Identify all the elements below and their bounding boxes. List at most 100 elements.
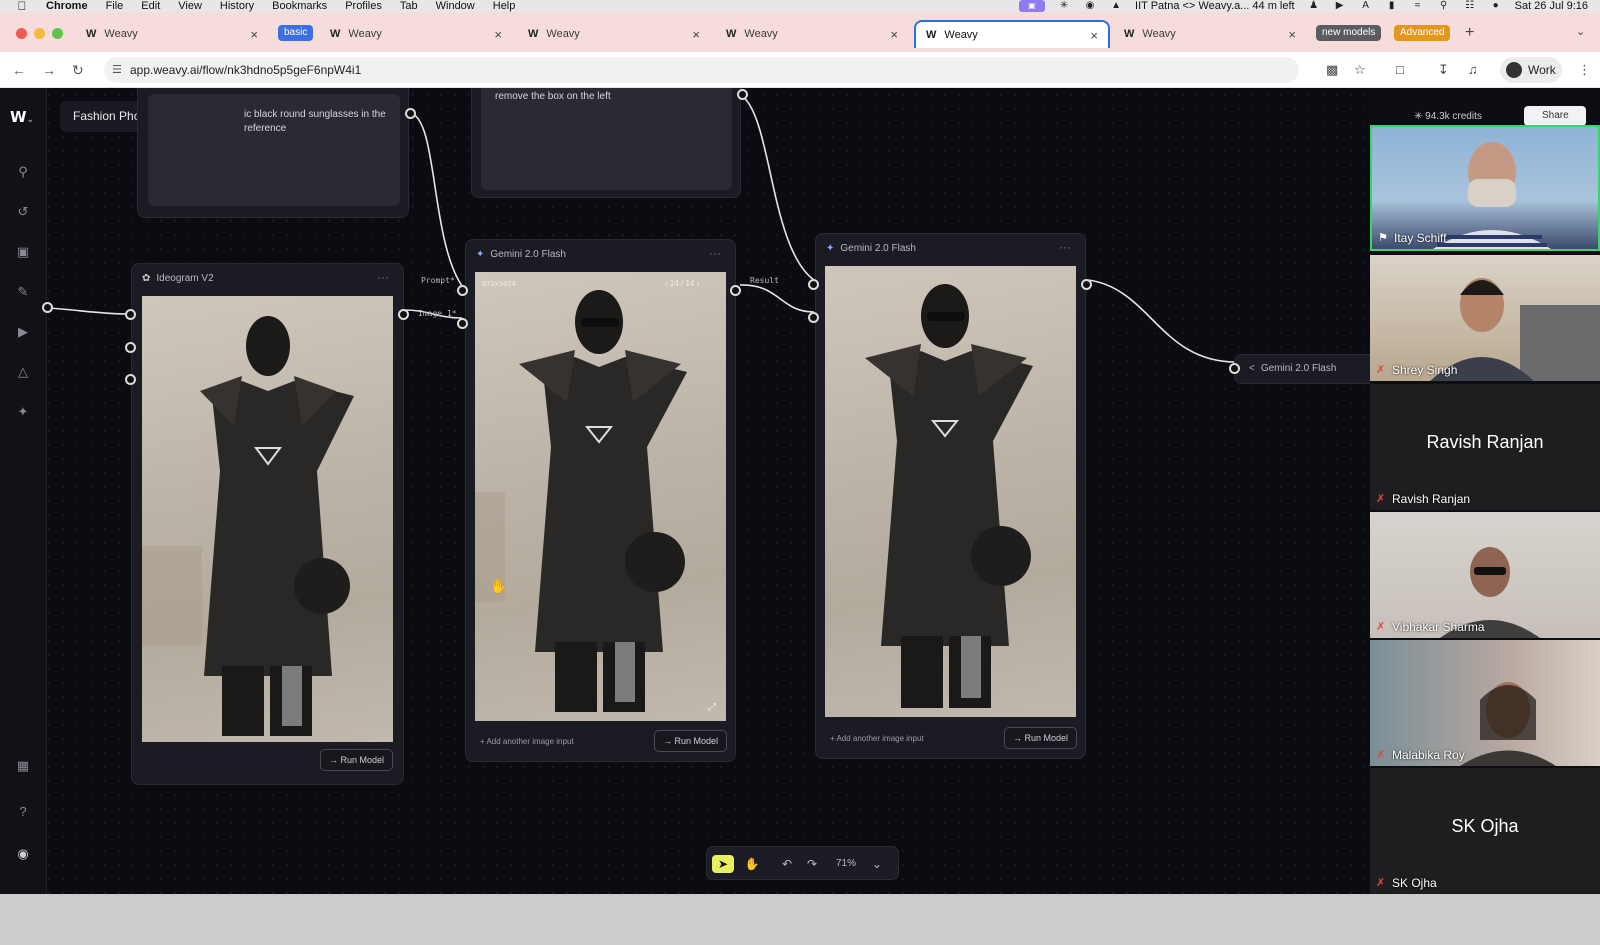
- close-tab-icon[interactable]: ×: [250, 27, 258, 42]
- menu-view[interactable]: View: [178, 0, 202, 12]
- close-tab-icon[interactable]: ×: [1090, 28, 1098, 43]
- font-a-icon[interactable]: A: [1359, 1, 1373, 11]
- prompt-node[interactable]: ic black round sunglasses in the referen…: [137, 88, 409, 218]
- browser-tab[interactable]: W Weavy ×: [76, 20, 268, 48]
- close-tab-icon[interactable]: ×: [494, 27, 502, 42]
- menu-file[interactable]: File: [106, 0, 124, 12]
- help-icon[interactable]: ?: [14, 803, 32, 821]
- menu-history[interactable]: History: [220, 0, 254, 12]
- add-image-input-button[interactable]: + Add another image input: [480, 737, 574, 746]
- history-icon[interactable]: ↺: [14, 203, 32, 221]
- weavy-logo[interactable]: W⌄: [10, 108, 34, 126]
- hand-tool-icon[interactable]: ✋: [742, 855, 762, 873]
- tab-group-new-models[interactable]: new models: [1316, 25, 1382, 41]
- menu-tab[interactable]: Tab: [400, 0, 418, 12]
- minimize-window-button[interactable]: [34, 28, 45, 39]
- extensions-icon[interactable]: □: [1396, 62, 1404, 77]
- apple-icon[interactable]: : [16, 0, 28, 12]
- share-button[interactable]: Share: [1524, 106, 1586, 126]
- output-port[interactable]: [1081, 279, 1092, 290]
- participant-tile[interactable]: SK Ojha ✗ SK Ojha: [1370, 768, 1600, 894]
- menu-window[interactable]: Window: [436, 0, 475, 12]
- close-tab-icon[interactable]: ×: [1288, 27, 1296, 42]
- briefcase-icon[interactable]: ▣: [14, 243, 32, 261]
- redo-icon[interactable]: ↷: [802, 855, 822, 873]
- profile-button[interactable]: Work: [1500, 57, 1562, 83]
- menu-edit[interactable]: Edit: [141, 0, 160, 12]
- forward-icon[interactable]: →: [42, 62, 56, 78]
- menu-bookmarks[interactable]: Bookmarks: [272, 0, 327, 12]
- tab-group-basic[interactable]: basic: [278, 25, 314, 41]
- logo-chevron-icon[interactable]: ⌄: [27, 115, 35, 125]
- search-icon[interactable]: ⚲: [1437, 1, 1451, 11]
- gallery-icon[interactable]: ▦: [14, 757, 32, 775]
- add-image-input-button[interactable]: + Add another image input: [830, 734, 924, 743]
- browser-tab[interactable]: W Weavy ×: [716, 20, 908, 48]
- close-tab-icon[interactable]: ×: [890, 27, 898, 42]
- prompt-node[interactable]: remove the box on the left: [471, 88, 741, 198]
- a-icon[interactable]: ▲: [1109, 1, 1123, 11]
- zoom-dropdown-chevron-icon[interactable]: ⌄: [867, 855, 887, 873]
- generated-image[interactable]: 672x1024 ‹ 14 / 14 › ⤢: [475, 272, 726, 721]
- play-icon[interactable]: ▶: [1333, 1, 1347, 11]
- prompt-textarea[interactable]: ic black round sunglasses in the referen…: [148, 94, 400, 206]
- maximize-window-button[interactable]: [52, 28, 63, 39]
- input-port[interactable]: [125, 309, 136, 320]
- output-port[interactable]: [398, 309, 409, 320]
- meeting-status[interactable]: IIT Patna <> Weavy.a... 44 m left: [1135, 0, 1295, 12]
- chatgpt-icon[interactable]: ✳: [1057, 1, 1071, 11]
- menu-help[interactable]: Help: [493, 0, 516, 12]
- select-tool-icon[interactable]: ➤: [712, 855, 734, 873]
- sparkle-icon[interactable]: ✦: [14, 403, 32, 421]
- site-info-icon[interactable]: ☰: [112, 57, 122, 83]
- close-window-button[interactable]: [16, 28, 27, 39]
- edit-image-icon[interactable]: ✎: [14, 283, 32, 301]
- input-port[interactable]: [1229, 363, 1240, 374]
- video-icon[interactable]: ▶: [14, 323, 32, 341]
- node-menu-icon[interactable]: ···: [709, 246, 721, 260]
- back-icon[interactable]: ←: [12, 62, 26, 78]
- tab-search-chevron-icon[interactable]: ⌄: [1576, 25, 1585, 38]
- siri-icon[interactable]: ●: [1489, 1, 1503, 11]
- meet-indicator-icon[interactable]: ▣: [1019, 0, 1046, 12]
- gemini-node[interactable]: ✦ Gemini 2.0 Flash ··· 672x1024 ‹ 14 / 14…: [465, 239, 736, 762]
- output-port[interactable]: [42, 302, 53, 313]
- undo-icon[interactable]: ↶: [777, 855, 797, 873]
- menubar-clock[interactable]: Sat 26 Jul 9:16: [1515, 0, 1588, 12]
- image-pager[interactable]: ‹ 14 / 14 ›: [665, 279, 699, 288]
- input-port[interactable]: [808, 312, 819, 323]
- control-center-icon[interactable]: ☷: [1463, 1, 1477, 11]
- output-port[interactable]: [730, 285, 741, 296]
- discord-icon[interactable]: ◉: [14, 845, 32, 863]
- address-bar[interactable]: ☰ app.weavy.ai/flow/nk3hdno5p5geF6npW4i1: [104, 57, 1299, 83]
- new-tab-icon[interactable]: +: [1465, 24, 1474, 42]
- participant-tile[interactable]: Ravish Ranjan ✗ Ravish Ranjan: [1370, 384, 1600, 510]
- browser-tab[interactable]: W Weavy ×: [518, 20, 710, 48]
- battery-icon[interactable]: ▮: [1385, 1, 1399, 11]
- expand-icon[interactable]: ⤢: [708, 702, 716, 713]
- generated-image[interactable]: [825, 266, 1076, 717]
- run-model-button[interactable]: → Run Model: [1004, 727, 1078, 749]
- close-tab-icon[interactable]: ×: [692, 27, 700, 42]
- output-port[interactable]: [405, 108, 416, 119]
- node-menu-icon[interactable]: ···: [1059, 240, 1071, 254]
- browser-tab-active[interactable]: W Weavy ×: [914, 20, 1110, 48]
- install-app-icon[interactable]: ▩: [1326, 62, 1338, 78]
- input-port[interactable]: [457, 318, 468, 329]
- menu-app-name[interactable]: Chrome: [46, 0, 88, 12]
- download-icon[interactable]: ↧: [1438, 62, 1449, 78]
- accessibility-icon[interactable]: ♟: [1307, 1, 1321, 11]
- zoom-level[interactable]: 71%: [829, 855, 863, 873]
- generated-image[interactable]: [142, 296, 393, 742]
- tab-group-advanced[interactable]: Advanced: [1394, 25, 1451, 41]
- participant-tile[interactable]: ✗ Vibhakar Sharma: [1370, 512, 1600, 638]
- media-control-icon[interactable]: ♫: [1468, 62, 1478, 77]
- input-port[interactable]: [125, 374, 136, 385]
- reload-icon[interactable]: ↻: [72, 62, 84, 79]
- creative-cloud-icon[interactable]: ◉: [1083, 1, 1097, 11]
- input-port[interactable]: [125, 342, 136, 353]
- participant-tile[interactable]: ✗ Malabika Roy: [1370, 640, 1600, 766]
- prompt-textarea[interactable]: remove the box on the left: [481, 88, 732, 190]
- run-model-button[interactable]: → Run Model: [320, 749, 394, 771]
- bookmark-star-icon[interactable]: ☆: [1354, 62, 1366, 78]
